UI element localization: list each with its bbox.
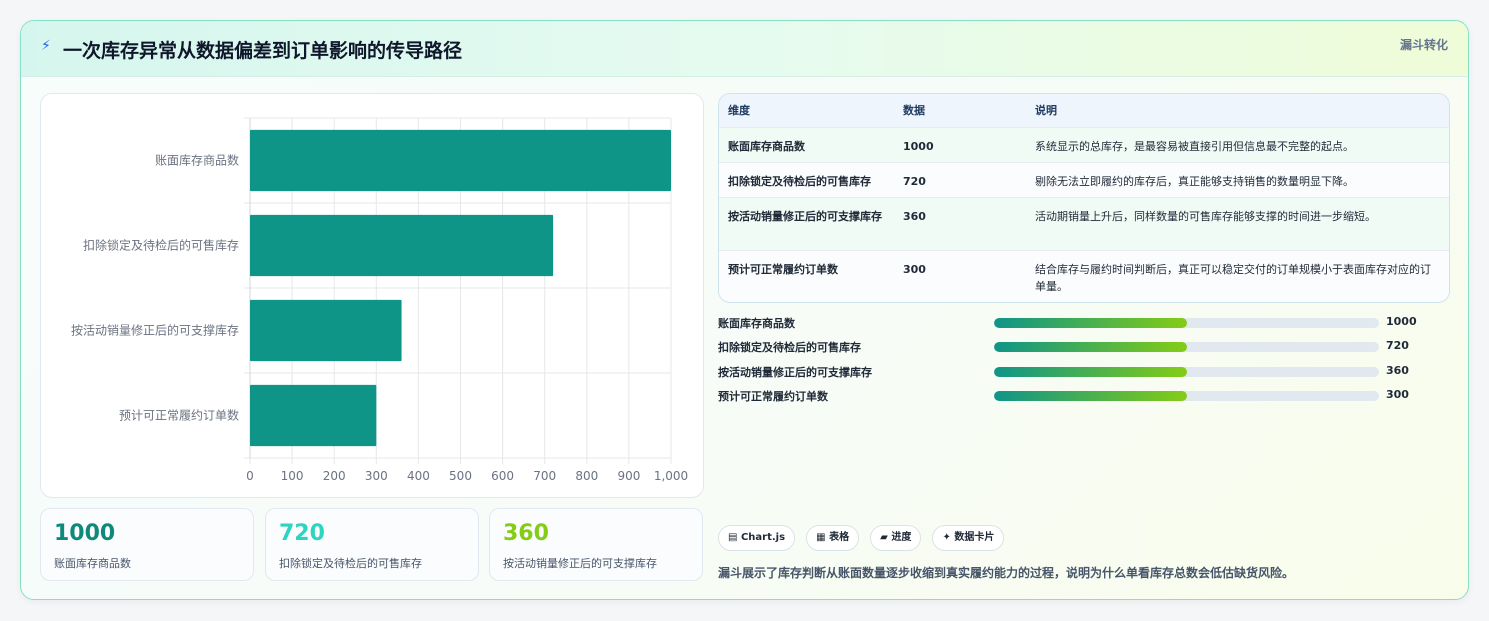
chip-label: 数据卡片 [954,532,995,543]
bar [250,384,377,447]
progress-track [994,391,1379,401]
x-tick-label: 800 [575,469,598,483]
cell-dimension: 预计可正常履约订单数 [719,249,894,302]
kpi-card-book-stock: 1000 账面库存商品数 [40,508,254,581]
kpi-label: 账面库存商品数 [54,557,131,570]
progress-label: 按活动销量修正后的可支撑库存 [718,366,872,379]
chip-label: 表格 [829,532,850,543]
x-tick-label: 1,000 [654,469,688,483]
table-icon: ▦ [816,532,826,543]
kpi-value: 720 [279,521,325,546]
sparkle-icon: ✦ [942,532,951,543]
x-tick-label: 0 [246,469,254,483]
kpi-label: 扣除锁定及待检后的可售库存 [279,557,422,570]
column-header-dimension: 维度 [719,94,894,127]
x-tick-label: 500 [449,469,472,483]
table-row: 账面库存商品数 1000 系统显示的总库存，是最容易被直接引用但信息最不完整的起… [719,126,1449,162]
page-title: 一次库存异常从数据偏差到订单影响的传导路径 [63,40,463,62]
x-tick-label: 200 [323,469,346,483]
kpi-label: 按活动销量修正后的可支撑库存 [503,557,657,570]
bar [250,129,671,192]
x-tick-label: 900 [617,469,640,483]
progress-label: 预计可正常履约订单数 [718,390,828,403]
kpi-card-supportable-stock: 360 按活动销量修正后的可支撑库存 [489,508,703,581]
cell-value: 1000 [894,126,1026,162]
progress-fill [994,318,1187,328]
progress-row-supportable-stock: 按活动销量修正后的可支撑库存 360 [718,364,1450,380]
table-row: 预计可正常履约订单数 300 结合库存与履约时间判断后，真正可以稳定交付的订单规… [719,249,1449,302]
progress-fill [994,342,1187,352]
kpi-value: 1000 [54,521,116,546]
progress-value: 300 [1386,388,1409,401]
cell-description: 系统显示的总库存，是最容易被直接引用但信息最不完整的起点。 [1026,126,1449,162]
x-tick-label: 700 [533,469,556,483]
bar-chart: 0 100 200 300 400 500 600 700 800 900 1,000 账面库存商品数… [40,93,704,498]
column-header-description: 说明 [1026,94,1449,127]
chart-type-tag: 漏斗转化 [1399,38,1448,52]
table-row: 扣除锁定及待检后的可售库存 720 剔除无法立即履约的库存后，真正能够支持销售的… [719,161,1449,197]
cell-value: 300 [894,249,1026,302]
bolt-icon: ⚡ [41,38,51,54]
chart-icon: ▤ [728,532,738,543]
cell-value: 360 [894,196,1026,250]
y-tick-label: 预计可正常履约订单数 [119,408,239,423]
progress-track [994,367,1379,377]
table-header-row: 维度 数据 说明 [719,94,1449,127]
table-row: 按活动销量修正后的可支撑库存 360 活动期销量上升后，同样数量的可售库存能够支… [719,196,1449,250]
progress-row-fulfillable-orders: 预计可正常履约订单数 300 [718,388,1450,404]
cell-dimension: 扣除锁定及待检后的可售库存 [719,161,894,197]
progress-value: 360 [1386,364,1409,377]
y-tick-label: 按活动销量修正后的可支撑库存 [71,323,239,338]
progress-row-sellable-stock: 扣除锁定及待检后的可售库存 720 [718,339,1450,355]
chip-group: ▤ Chart.js ▦ 表格 ▰ 进度 ✦ 数据卡片 [718,525,1010,551]
kpi-card-sellable-stock: 720 扣除锁定及待检后的可售库存 [265,508,479,581]
progress-fill [994,391,1187,401]
cell-dimension: 按活动销量修正后的可支撑库存 [719,196,894,250]
x-tick-label: 400 [407,469,430,483]
y-tick-label: 扣除锁定及待检后的可售库存 [83,238,239,253]
progress-label: 账面库存商品数 [718,317,795,330]
cell-description: 结合库存与履约时间判断后，真正可以稳定交付的订单规模小于表面库存对应的订单量。 [1026,249,1449,302]
data-table: 维度 数据 说明 账面库存商品数 1000 系统显示的总库存，是最容易被直接引用… [718,93,1450,303]
cell-description: 活动期销量上升后，同样数量的可售库存能够支撑的时间进一步缩短。 [1026,196,1449,250]
y-tick-label: 账面库存商品数 [155,153,239,168]
chip-table[interactable]: ▦ 表格 [806,525,860,551]
cell-description: 剔除无法立即履约的库存后，真正能够支持销售的数量明显下降。 [1026,161,1449,197]
progress-label: 扣除锁定及待检后的可售库存 [718,341,861,354]
chip-progress[interactable]: ▰ 进度 [870,525,922,551]
chip-label: Chart.js [740,532,786,543]
progress-fill [994,367,1187,377]
dashboard-card: ⚡ 一次库存异常从数据偏差到订单影响的传导路径 漏斗转化 0 100 200 300 4… [20,20,1469,600]
progress-track [994,318,1379,328]
card-header: ⚡ 一次库存异常从数据偏差到订单影响的传导路径 漏斗转化 [21,21,1468,77]
progress-icon: ▰ [880,532,888,543]
kpi-value: 360 [503,521,549,546]
progress-value: 720 [1386,339,1409,352]
bar [250,214,554,277]
chip-label: 进度 [891,532,912,543]
x-tick-label: 300 [365,469,388,483]
x-tick-label: 600 [491,469,514,483]
bar-chart-svg: 0 100 200 300 400 500 600 700 800 900 1,000 账面库存商品数… [71,117,688,483]
x-tick-label: 100 [281,469,304,483]
cell-value: 720 [894,161,1026,197]
bar [250,299,402,362]
progress-row-book-stock: 账面库存商品数 1000 [718,315,1450,331]
cell-dimension: 账面库存商品数 [719,126,894,162]
chip-data-cards[interactable]: ✦ 数据卡片 [932,525,1005,551]
progress-value: 1000 [1386,315,1417,328]
column-header-value: 数据 [894,94,1026,127]
summary-text: 漏斗展示了库存判断从账面数量逐步收缩到真实履约能力的过程，说明为什么单看库存总数… [718,566,1295,580]
chip-chartjs[interactable]: ▤ Chart.js [718,525,796,551]
progress-track [994,342,1379,352]
